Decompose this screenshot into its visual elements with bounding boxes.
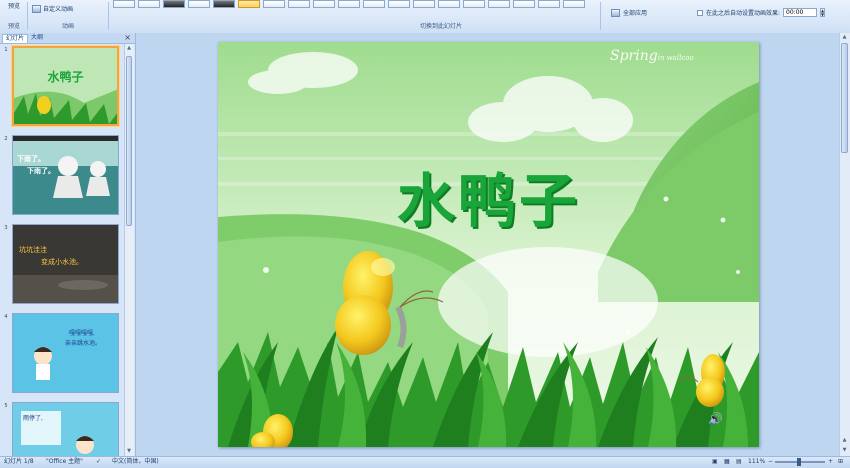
slide-3-text-1: 坑坑洼洼 — [19, 246, 47, 254]
panel-tabs: 幻灯片 大纲 × — [0, 33, 135, 44]
transition-thumb[interactable] — [438, 0, 460, 8]
status-bar: 幻灯片 1/8 "Office 主题" ✓ 中文(简体，中国) ▣ ▦ ▤ 11… — [0, 456, 850, 468]
tab-slides[interactable]: 幻灯片 — [2, 34, 29, 43]
scroll-down-icon[interactable]: ▼ — [126, 448, 132, 455]
ribbon: 预览 自定义动画 预览 动画 切换到此幻灯片 全部应用 在此之后自动设置动画效果… — [0, 0, 850, 34]
preview-group-label: 预览 — [8, 23, 21, 30]
divider — [108, 2, 109, 30]
main-scrollbar[interactable]: ▲ ▲ ▼ — [839, 33, 850, 456]
slide-5-text-1: 雨停了, — [23, 415, 43, 422]
spring-logo-text: Spring — [610, 48, 658, 64]
tab-outline[interactable]: 大纲 — [28, 34, 46, 42]
apply-all-label: 全部应用 — [623, 10, 648, 17]
previous-slide-icon[interactable]: ▲ — [841, 437, 848, 444]
transition-thumb[interactable] — [113, 0, 135, 8]
transition-thumb[interactable] — [388, 0, 410, 8]
slide-number: 1 — [4, 47, 8, 53]
transition-thumb[interactable] — [138, 0, 160, 8]
transition-thumb-selected[interactable] — [238, 0, 260, 8]
language-indicator: 中文(简体，中国) — [112, 458, 159, 465]
slide-canvas[interactable]: Springin wallcoo 水鸭子 🔊 — [218, 42, 759, 447]
slide-thumbnails: 1 水鸭子 2 下雨了。 下雨了。 3 坑坑洼洼 变成小水池。 4 嘎嘎嘎嘎, … — [0, 44, 124, 456]
scroll-thumb[interactable] — [126, 56, 132, 226]
normal-view-icon[interactable]: ▣ — [712, 457, 718, 467]
preview-button[interactable]: 预览 — [8, 1, 20, 10]
slide-thumbnail-5[interactable]: 雨停了, — [12, 402, 119, 456]
slide-5-art — [13, 403, 118, 456]
transition-thumb[interactable] — [363, 0, 385, 8]
auto-advance-row: 在此之后自动设置动画效果: 00:00 ▲ ▼ — [697, 8, 826, 17]
transition-thumb[interactable] — [538, 0, 560, 8]
animation-group-label: 动画 — [62, 23, 75, 30]
custom-animation-icon — [32, 4, 41, 13]
slide-4-text-2: 亲亲跳水池。 — [65, 340, 102, 347]
transition-thumb[interactable] — [338, 0, 360, 8]
theme-name: "Office 主题" — [46, 458, 83, 465]
slide-background-art — [218, 42, 759, 447]
transition-thumb[interactable] — [163, 0, 185, 8]
slide-number: 4 — [4, 314, 8, 320]
zoom-out-icon[interactable]: − — [768, 457, 773, 467]
transition-thumb[interactable] — [263, 0, 285, 8]
zoom-level[interactable]: 111% — [748, 457, 765, 467]
fit-window-icon[interactable]: ⊞ — [838, 457, 843, 467]
preview-label: 预览 — [8, 3, 21, 10]
zoom-in-icon[interactable]: + — [828, 457, 833, 467]
auto-advance-label: 在此之后自动设置动画效果: — [706, 10, 781, 17]
slide-canvas-area: Springin wallcoo 水鸭子 🔊 — [136, 33, 840, 456]
transition-thumb[interactable] — [213, 0, 235, 8]
slide-thumbnail-4[interactable]: 嘎嘎嘎嘎, 亲亲跳水池。 — [12, 313, 119, 393]
panel-scrollbar[interactable]: ▲ ▼ — [124, 44, 134, 456]
scroll-up-icon[interactable]: ▲ — [126, 45, 132, 52]
spring-logo-small: in wallcoo — [657, 54, 694, 62]
slide-number: 5 — [4, 403, 8, 409]
transition-thumb[interactable] — [463, 0, 485, 8]
slide-title[interactable]: 水鸭子 — [218, 154, 759, 238]
divider — [27, 2, 28, 30]
transition-thumb[interactable] — [488, 0, 510, 8]
auto-advance-time-input[interactable]: 00:00 — [783, 8, 818, 17]
custom-animation-label: 自定义动画 — [43, 6, 74, 13]
close-icon[interactable]: × — [124, 33, 131, 42]
transition-gallery — [113, 0, 600, 8]
spring-watermark: Springin wallcoo — [610, 48, 694, 64]
slide-number: 3 — [4, 225, 8, 231]
apply-all-button[interactable]: 全部应用 — [611, 8, 647, 17]
transition-thumb[interactable] — [563, 0, 585, 8]
slide-number: 2 — [4, 136, 8, 142]
scroll-up-icon[interactable]: ▲ — [841, 34, 848, 41]
slide-1-art — [14, 48, 117, 124]
auto-advance-checkbox[interactable] — [697, 9, 703, 16]
next-slide-icon[interactable]: ▼ — [841, 447, 848, 454]
slide-counter: 幻灯片 1/8 — [4, 458, 34, 465]
scroll-thumb[interactable] — [841, 43, 848, 153]
slide-2-text-2: 下雨了。 — [27, 167, 55, 175]
slide-thumbnail-1[interactable]: 水鸭子 — [12, 46, 119, 126]
transition-thumb[interactable] — [313, 0, 335, 8]
divider — [600, 2, 601, 30]
slideshow-icon[interactable]: ▤ — [736, 457, 742, 467]
speaker-icon[interactable]: 🔊 — [708, 412, 723, 426]
transition-thumb[interactable] — [413, 0, 435, 8]
slide-4-art — [13, 314, 118, 392]
slide-thumbnail-2[interactable]: 下雨了。 下雨了。 — [12, 135, 119, 215]
spellcheck-icon[interactable]: ✓ — [96, 457, 101, 467]
transition-thumb[interactable] — [288, 0, 310, 8]
slide-4-text-1: 嘎嘎嘎嘎, — [69, 330, 95, 337]
slide-3-text-2: 变成小水池。 — [41, 258, 83, 266]
zoom-slider-handle[interactable] — [797, 458, 801, 466]
transition-thumb[interactable] — [513, 0, 535, 8]
transition-thumb[interactable] — [188, 0, 210, 8]
apply-all-icon — [611, 8, 620, 17]
transition-options: 全部应用 在此之后自动设置动画效果: 00:00 ▲ ▼ — [605, 0, 850, 33]
custom-animation-button[interactable]: 自定义动画 — [32, 4, 73, 13]
slide-sorter-icon[interactable]: ▦ — [724, 457, 730, 467]
slide-thumbnail-3[interactable]: 坑坑洼洼 变成小水池。 — [12, 224, 119, 304]
slide-1-title: 水鸭子 — [47, 70, 84, 84]
transition-group-label: 切换到此幻灯片 — [420, 23, 463, 30]
slide-panel: 幻灯片 大纲 × 1 水鸭子 2 下雨了。 下雨了。 3 坑坑洼洼 变成小水池。… — [0, 33, 136, 456]
time-spinner[interactable]: ▲ ▼ — [820, 8, 826, 17]
slide-2-text-1: 下雨了。 — [17, 155, 45, 163]
